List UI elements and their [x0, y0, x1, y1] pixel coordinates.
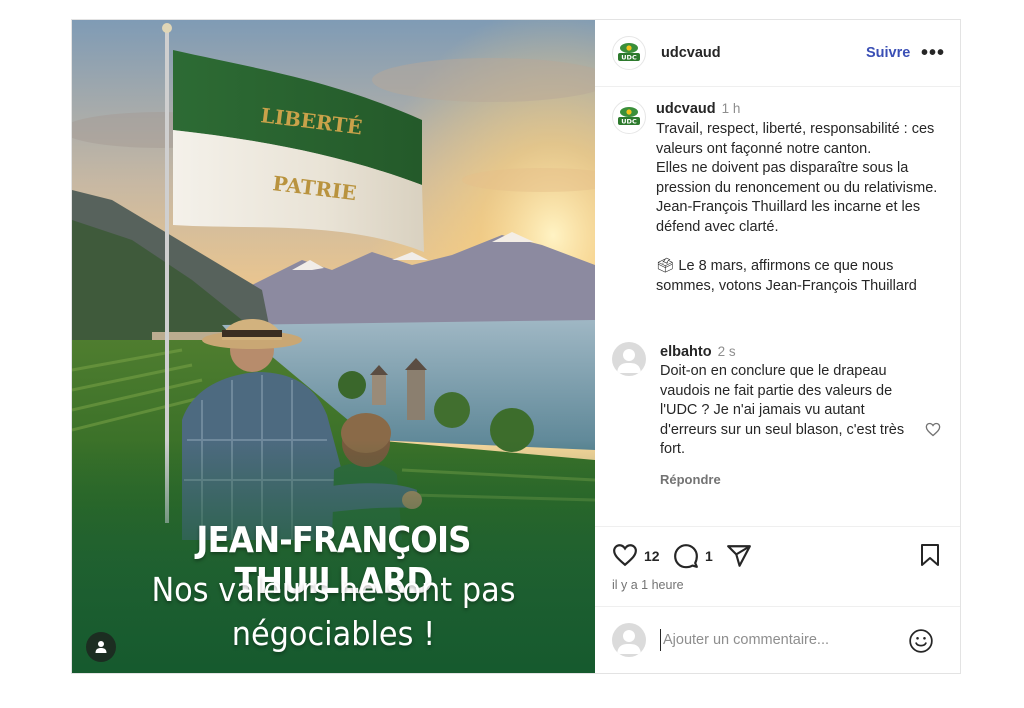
post-side-panel: UDC udcvaud Suivre ••• UDC udcvaud 1 h Tr… — [595, 20, 960, 673]
more-icon[interactable]: ••• — [921, 42, 945, 65]
post-actions: 12 1 il y a 1 heure — [595, 526, 960, 607]
svg-text:UDC: UDC — [621, 54, 637, 62]
post-header: UDC udcvaud Suivre ••• — [595, 20, 960, 87]
header-username[interactable]: udcvaud — [661, 45, 721, 61]
bookmark-icon[interactable] — [919, 543, 941, 567]
comment-icon[interactable] — [673, 543, 699, 569]
comment-count[interactable]: 1 — [705, 548, 713, 564]
comment-avatar[interactable] — [612, 342, 646, 376]
caption-line: 🗳 Le 8 mars, affirmons ce que nous somme… — [656, 258, 917, 294]
udc-avatar[interactable]: UDC — [612, 36, 646, 70]
caption-username[interactable]: udcvaud — [656, 101, 716, 117]
headline-slogan-line2: négociables ! — [231, 614, 436, 653]
follow-button[interactable]: Suivre — [866, 45, 910, 61]
caption-header: udcvaud 1 h — [656, 101, 740, 117]
add-comment-bar — [595, 606, 960, 674]
current-user-avatar — [612, 623, 646, 657]
reply-button[interactable]: Répondre — [660, 472, 721, 487]
posted-ago[interactable]: il y a 1 heure — [612, 578, 684, 592]
instagram-post: LIBERTÉ PATRIE JEAN-FRANÇOIS THUILLARD N… — [71, 19, 961, 674]
heart-icon[interactable] — [612, 543, 638, 567]
comment-username[interactable]: elbahto — [660, 344, 712, 360]
caption-line: Jean-François Thuillard les incarne et l… — [656, 199, 921, 235]
caption-time: 1 h — [721, 101, 741, 116]
svg-text:UDC: UDC — [621, 118, 637, 126]
udc-logo-icon: UDC — [618, 107, 640, 126]
comment-input[interactable] — [660, 629, 903, 651]
default-avatar-icon — [617, 349, 641, 373]
headline-slogan-line1: Nos valeurs ne sont pas — [151, 570, 516, 609]
caption-text: Travail, respect, liberté, responsabilit… — [656, 120, 948, 296]
share-icon[interactable] — [726, 543, 752, 569]
comment-header: elbahto 2 s — [660, 344, 736, 360]
emoji-icon[interactable] — [908, 628, 934, 654]
udc-logo-icon: UDC — [618, 43, 640, 62]
post-image[interactable]: LIBERTÉ PATRIE JEAN-FRANÇOIS THUILLARD N… — [72, 20, 595, 673]
comment-like-heart-icon[interactable] — [925, 422, 941, 437]
caption-line: Travail, respect, liberté, responsabilit… — [656, 121, 935, 157]
headline-slogan: Nos valeurs ne sont pas négociables ! — [93, 568, 574, 656]
user-tag-button[interactable] — [86, 632, 116, 662]
comment-text: Doit-on en conclure que le drapeau vaudo… — [660, 363, 905, 458]
comment-time: 2 s — [717, 344, 736, 359]
caption-line — [656, 238, 948, 258]
caption-avatar[interactable]: UDC — [612, 100, 646, 134]
caption-line: Elles ne doivent pas disparaître sous la… — [656, 160, 938, 196]
like-count[interactable]: 12 — [644, 548, 660, 564]
user-tag-icon — [95, 641, 107, 653]
default-avatar-icon — [617, 630, 641, 654]
